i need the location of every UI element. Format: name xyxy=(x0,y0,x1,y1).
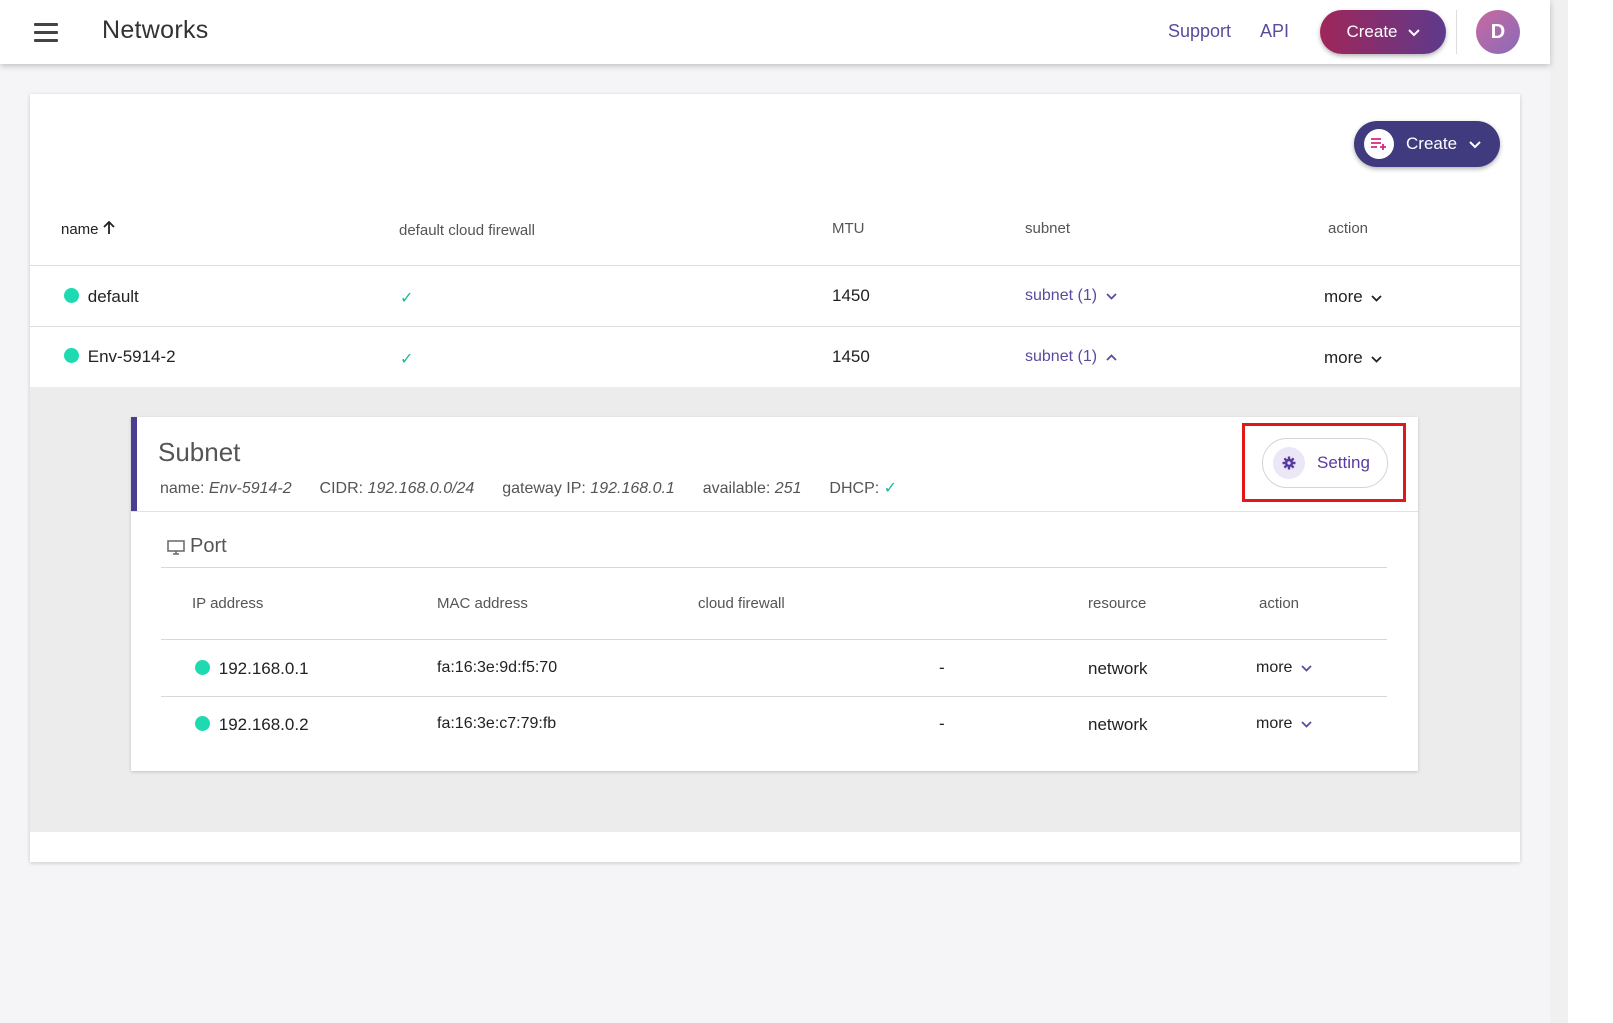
setting-label: Setting xyxy=(1317,453,1370,472)
check-icon: ✓ xyxy=(400,351,414,368)
port-section-title: Port xyxy=(167,535,227,558)
accent-bar xyxy=(131,417,137,511)
subnet-toggle[interactable]: subnet (1) xyxy=(1025,287,1117,305)
chevron-up-icon xyxy=(1105,350,1117,364)
status-dot xyxy=(64,288,79,303)
monitor-icon xyxy=(167,535,185,558)
table-row-name[interactable]: default xyxy=(64,287,139,307)
top-app-bar: Networks Support API Create D xyxy=(0,0,1550,64)
column-header-firewall: default cloud firewall xyxy=(399,222,535,239)
header-create-label: Create xyxy=(1346,22,1398,41)
subnet-card: Subnet name: Env-5914-2 CIDR: 192.168.0.… xyxy=(131,417,1418,771)
divider xyxy=(161,696,1387,697)
column-header-name[interactable]: name xyxy=(61,220,115,238)
port-more-menu[interactable]: more xyxy=(1256,715,1312,733)
port-column-firewall: cloud firewall xyxy=(698,595,785,612)
create-label: Create xyxy=(1406,134,1458,153)
chevron-down-icon xyxy=(1469,134,1481,154)
create-button[interactable]: Create xyxy=(1354,121,1500,167)
divider xyxy=(161,567,1387,568)
menu-icon[interactable] xyxy=(34,23,58,42)
resource-link[interactable]: network xyxy=(1088,659,1148,679)
port-mac: fa:16:3e:c7:79:fb xyxy=(437,715,557,732)
column-header-action: action xyxy=(1328,220,1369,237)
port-column-action: action xyxy=(1259,595,1300,612)
divider xyxy=(161,639,1387,640)
port-column-mac: MAC address xyxy=(437,595,528,612)
subnet-details: name: Env-5914-2 CIDR: 192.168.0.0/24 ga… xyxy=(160,480,898,497)
subnet-gateway: 192.168.0.1 xyxy=(590,480,675,497)
table-row-name[interactable]: Env-5914-2 xyxy=(64,347,176,367)
column-header-subnet: subnet xyxy=(1025,220,1071,237)
subnet-cidr: 192.168.0.0/24 xyxy=(367,480,475,497)
divider xyxy=(30,265,1520,266)
subnet-title: Subnet xyxy=(158,437,241,467)
chevron-down-icon xyxy=(1407,22,1420,42)
subnet-available: 251 xyxy=(774,480,802,497)
port-ip: 192.168.0.1 xyxy=(195,659,309,679)
port-mac: fa:16:3e:9d:f5:70 xyxy=(437,659,558,676)
port-more-menu[interactable]: more xyxy=(1256,659,1312,677)
status-dot xyxy=(64,348,79,363)
port-ip: 192.168.0.2 xyxy=(195,715,309,735)
mtu-value: 1450 xyxy=(832,347,870,366)
chevron-down-icon xyxy=(1371,291,1383,305)
setting-button[interactable]: Setting xyxy=(1262,438,1388,488)
port-firewall: - xyxy=(939,714,945,733)
port-column-ip: IP address xyxy=(192,595,264,612)
add-list-icon xyxy=(1364,129,1394,159)
api-link[interactable]: API xyxy=(1260,21,1289,42)
subnet-expansion-panel: Subnet name: Env-5914-2 CIDR: 192.168.0.… xyxy=(30,387,1520,832)
chevron-down-icon xyxy=(1301,717,1312,731)
more-menu[interactable]: more xyxy=(1324,348,1383,368)
chevron-down-icon xyxy=(1301,661,1312,675)
port-firewall: - xyxy=(939,658,945,677)
arrow-up-icon xyxy=(103,220,115,238)
chevron-down-icon xyxy=(1105,289,1117,303)
gear-icon xyxy=(1273,447,1305,479)
check-icon: ✓ xyxy=(883,480,898,497)
status-dot xyxy=(195,660,210,675)
status-dot xyxy=(195,716,210,731)
chevron-down-icon xyxy=(1371,352,1383,366)
scrollbar[interactable] xyxy=(1550,0,1568,1023)
page-title: Networks xyxy=(102,16,209,44)
divider xyxy=(1456,10,1457,54)
mtu-value: 1450 xyxy=(832,286,870,305)
column-header-mtu: MTU xyxy=(832,220,865,237)
header-create-button[interactable]: Create xyxy=(1320,10,1446,54)
check-icon: ✓ xyxy=(400,290,414,307)
networks-card: Create name default cloud firewall MTU s… xyxy=(30,94,1520,862)
divider xyxy=(131,511,1418,512)
resource-text: network xyxy=(1088,715,1148,734)
subnet-name: Env-5914-2 xyxy=(208,480,292,497)
subnet-toggle[interactable]: subnet (1) xyxy=(1025,348,1117,366)
support-link[interactable]: Support xyxy=(1168,21,1231,42)
more-menu[interactable]: more xyxy=(1324,287,1383,307)
avatar[interactable]: D xyxy=(1476,10,1520,54)
port-column-resource: resource xyxy=(1088,595,1147,612)
divider xyxy=(30,326,1520,327)
